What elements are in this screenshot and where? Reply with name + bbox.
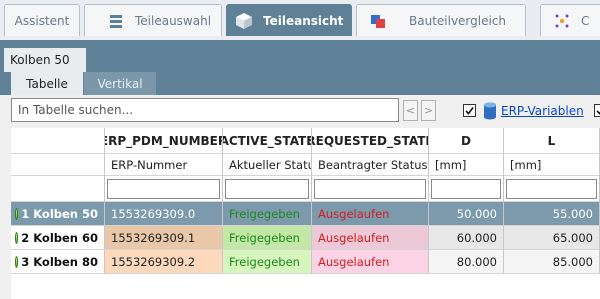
checkmark-icon bbox=[465, 107, 474, 115]
filter-active-state[interactable] bbox=[223, 176, 312, 202]
filter-corner bbox=[11, 176, 105, 202]
filter-input[interactable] bbox=[431, 178, 501, 199]
column-header-l[interactable]: L bbox=[504, 128, 600, 154]
cell-active-state[interactable]: Freigegeben bbox=[223, 202, 312, 226]
column-header-d[interactable]: D bbox=[429, 128, 504, 154]
second-checkbox[interactable] bbox=[594, 104, 600, 117]
status-ok-icon bbox=[15, 207, 19, 220]
row-number: 1 bbox=[21, 206, 30, 221]
cell-active-state[interactable]: Freigegeben bbox=[223, 226, 312, 250]
cube-icon bbox=[235, 12, 253, 30]
checkmark-icon bbox=[596, 110, 600, 115]
tab-label: Teileauswahl bbox=[135, 13, 212, 28]
table-search-input[interactable]: In Tabelle suchen... bbox=[11, 98, 399, 122]
filter-requested-state[interactable] bbox=[312, 176, 429, 202]
cell-active-state[interactable]: Freigegeben bbox=[223, 250, 312, 274]
search-placeholder: In Tabelle suchen... bbox=[18, 103, 134, 117]
cell-requested-state[interactable]: Ausgelaufen bbox=[312, 202, 429, 226]
cell-l[interactable]: 65.000 bbox=[504, 226, 600, 250]
tab-label: Teileansicht bbox=[263, 13, 344, 28]
column-subtitle: Beantragter Status bbox=[312, 154, 429, 176]
row-name: Kolben 50 bbox=[33, 206, 98, 221]
view-tab-label: Vertikal bbox=[97, 77, 143, 91]
prev-label: < bbox=[405, 104, 416, 117]
row-header[interactable]: 3 Kolben 80 bbox=[11, 250, 105, 274]
database-icon bbox=[483, 102, 497, 120]
tab-label: C bbox=[581, 13, 590, 28]
row-number: 2 bbox=[21, 230, 30, 245]
filter-input[interactable] bbox=[314, 178, 426, 199]
row-number: 3 bbox=[21, 254, 30, 269]
view-tab-vertikal[interactable]: Vertikal bbox=[84, 72, 156, 96]
header-corner bbox=[11, 128, 105, 154]
compare-icon bbox=[369, 12, 387, 30]
cell-requested-state[interactable]: Ausgelaufen bbox=[312, 226, 429, 250]
column-subtitle: Aktueller Status bbox=[223, 154, 312, 176]
filter-input[interactable] bbox=[107, 178, 220, 199]
status-ok-icon bbox=[15, 255, 19, 268]
status-ok-icon bbox=[15, 231, 19, 244]
tab-teileansicht[interactable]: Teileansicht bbox=[226, 4, 352, 36]
cell-l[interactable]: 55.000 bbox=[504, 202, 600, 226]
part-tab-label: Kolben 50 bbox=[10, 53, 70, 67]
filter-input[interactable] bbox=[225, 178, 309, 199]
column-header-erp-pdm-number[interactable]: ERP_PDM_NUMBER bbox=[105, 128, 223, 154]
tab-label: Bauteilvergleich bbox=[409, 13, 507, 28]
part-tab-kolben-50[interactable]: Kolben 50 bbox=[4, 48, 86, 72]
cell-d[interactable]: 80.000 bbox=[429, 250, 504, 274]
search-next-button[interactable]: > bbox=[421, 100, 436, 121]
tab-label: Assistent bbox=[14, 13, 70, 28]
tab-assistent[interactable]: Assistent bbox=[4, 4, 80, 36]
filter-erp-pdm-number[interactable] bbox=[105, 176, 223, 202]
filter-l[interactable] bbox=[504, 176, 600, 202]
cell-erp[interactable]: 1553269309.0 bbox=[105, 202, 223, 226]
cell-d[interactable]: 50.000 bbox=[429, 202, 504, 226]
cell-d[interactable]: 60.000 bbox=[429, 226, 504, 250]
tab-bauteilvergleich[interactable]: Bauteilvergleich bbox=[356, 4, 526, 36]
column-subtitle: [mm] bbox=[429, 154, 504, 176]
column-header-active-state[interactable]: ACTIVE_STATE bbox=[223, 128, 312, 154]
cell-erp[interactable]: 1553269309.1 bbox=[105, 226, 223, 250]
next-label: > bbox=[423, 104, 434, 117]
row-header[interactable]: 2 Kolben 60 bbox=[11, 226, 105, 250]
column-subtitle: [mm] bbox=[504, 154, 600, 176]
row-name: Kolben 60 bbox=[33, 230, 98, 245]
cell-l[interactable]: 85.000 bbox=[504, 250, 600, 274]
cell-erp[interactable]: 1553269309.2 bbox=[105, 250, 223, 274]
column-header-requested-state[interactable]: REQUESTED_STATE bbox=[312, 128, 429, 154]
erp-variables-checkbox[interactable] bbox=[463, 104, 476, 117]
filter-d[interactable] bbox=[429, 176, 504, 202]
subtitle-corner bbox=[11, 154, 105, 176]
parts-table: ERP_PDM_NUMBER ACTIVE_STATE REQUESTED_ST… bbox=[11, 128, 600, 299]
tab-teileauswahl[interactable]: Teileauswahl bbox=[84, 4, 222, 36]
column-subtitle: ERP-Nummer bbox=[105, 154, 223, 176]
tab-more[interactable]: C bbox=[540, 4, 600, 36]
stack-icon bbox=[107, 12, 125, 30]
filter-input[interactable] bbox=[506, 178, 597, 199]
view-tab-label: Tabelle bbox=[26, 77, 68, 91]
row-header[interactable]: 1 Kolben 50 bbox=[11, 202, 105, 226]
network-icon bbox=[553, 12, 571, 30]
row-name: Kolben 80 bbox=[33, 254, 98, 269]
erp-variables-link[interactable]: ERP-Variablen bbox=[501, 104, 584, 118]
view-tab-tabelle[interactable]: Tabelle bbox=[11, 72, 83, 96]
cell-requested-state[interactable]: Ausgelaufen bbox=[312, 250, 429, 274]
search-prev-button[interactable]: < bbox=[403, 100, 418, 121]
